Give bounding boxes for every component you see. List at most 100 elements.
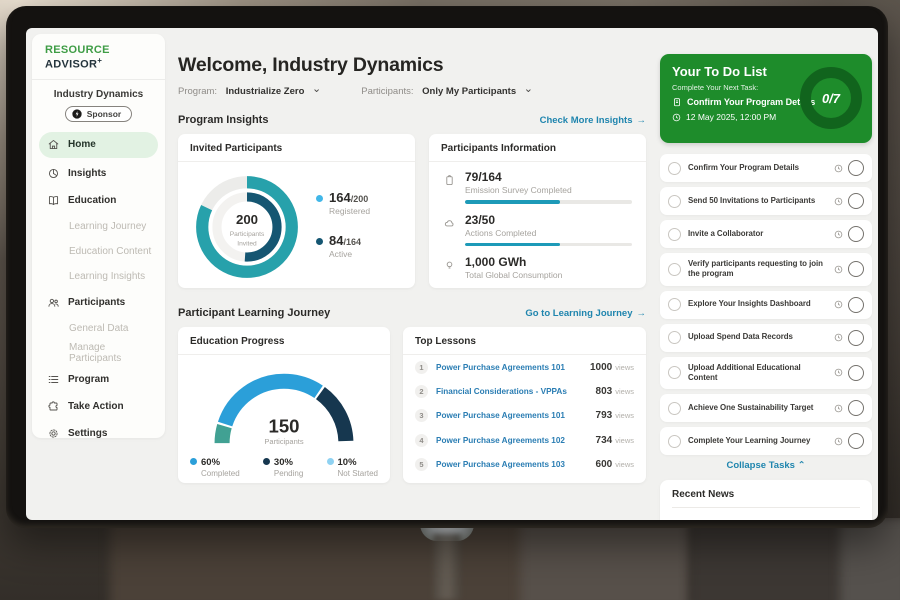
- task-checkbox[interactable]: [668, 298, 681, 311]
- sidebar-item[interactable]: Program: [32, 366, 165, 393]
- sidebar-item[interactable]: Learning Insights: [32, 264, 165, 289]
- app-logo: RESOURCE ADVISOR+: [32, 34, 165, 80]
- sidebar-item[interactable]: Insights: [32, 160, 165, 187]
- task-row[interactable]: Achieve One Sustainability Target: [660, 394, 872, 422]
- task-row[interactable]: Invite a Collaborator: [660, 220, 872, 248]
- lesson-views: 600: [596, 459, 613, 470]
- lesson-rank: 5: [415, 458, 428, 471]
- sidebar-item[interactable]: General Data: [32, 316, 165, 341]
- sponsor-badge[interactable]: Sponsor: [65, 106, 132, 122]
- lesson-rank: 3: [415, 409, 428, 422]
- sidebar-item[interactable]: Learning Journey: [32, 214, 165, 239]
- stat-progress-bar: [465, 200, 632, 204]
- chevron-right-icon[interactable]: [848, 297, 864, 313]
- chevron-right-icon[interactable]: [848, 226, 864, 242]
- program-filter[interactable]: Program: Industrialize Zero ⌄: [178, 86, 321, 97]
- legend-label: Pending: [274, 469, 303, 478]
- top-lessons-heading: Top Lessons: [403, 327, 646, 355]
- donut-legend: 164/200 Registered 84/164 Active: [316, 190, 370, 259]
- task-checkbox[interactable]: [668, 263, 681, 276]
- arrow-right-icon: →: [637, 308, 647, 319]
- task-row[interactable]: Explore Your Insights Dashboard: [660, 291, 872, 319]
- stat-value: 1,000 GWh: [465, 255, 632, 269]
- todo-panel: Your To Do List Complete Your Next Task:…: [660, 28, 872, 520]
- participants-filter[interactable]: Participants: Only My Participants ⌄: [361, 86, 533, 97]
- task-checkbox[interactable]: [668, 228, 681, 241]
- go-to-learning-journey-link[interactable]: Go to Learning Journey→: [525, 308, 646, 319]
- chevron-right-icon[interactable]: [848, 400, 864, 416]
- task-checkbox[interactable]: [668, 402, 681, 415]
- chevron-right-icon[interactable]: [848, 193, 864, 209]
- lesson-rank: 4: [415, 434, 428, 447]
- collapse-tasks-link[interactable]: Collapse Tasks ⌃: [660, 460, 872, 471]
- task-row[interactable]: Upload Additional Educational Content: [660, 357, 872, 390]
- lesson-row: 2 Financial Considerations - VPPAs 803 v…: [403, 379, 646, 403]
- chevron-right-icon[interactable]: [848, 160, 864, 176]
- clock-icon: [834, 230, 843, 239]
- lesson-row: 4 Power Purchase Agreements 102 734 view…: [403, 428, 646, 452]
- participants-information-heading: Participants Information: [429, 134, 646, 162]
- chevron-right-icon[interactable]: [848, 330, 864, 346]
- task-checkbox[interactable]: [668, 195, 681, 208]
- task-checkbox[interactable]: [668, 331, 681, 344]
- sidebar-item[interactable]: Education Content: [32, 239, 165, 264]
- task-checkbox[interactable]: [668, 366, 681, 379]
- sidebar-item[interactable]: Manage Participants: [32, 341, 165, 366]
- svg-text:Participants: Participants: [264, 437, 303, 446]
- task-label: Upload Spend Data Records: [688, 332, 830, 342]
- task-row[interactable]: Send 50 Invitations to Participants: [660, 187, 872, 215]
- lesson-title-link[interactable]: Power Purchase Agreements 101: [436, 363, 565, 372]
- background-panel: [840, 518, 900, 600]
- task-checkbox[interactable]: [668, 162, 681, 175]
- participants-filter-value: Only My Participants: [422, 86, 516, 97]
- sidebar: RESOURCE ADVISOR+ Industry Dynamics Spon…: [32, 34, 165, 438]
- chevron-right-icon[interactable]: [848, 365, 864, 381]
- task-label: Invite a Collaborator: [688, 229, 830, 239]
- top-lessons-card: Top Lessons 1 Power Purchase Agreements …: [403, 327, 646, 483]
- lesson-title-link[interactable]: Power Purchase Agreements 102: [436, 436, 565, 445]
- task-row[interactable]: Confirm Your Program Details: [660, 154, 872, 182]
- task-row[interactable]: Complete Your Learning Journey: [660, 427, 872, 455]
- lesson-views-suffix: views: [615, 411, 634, 420]
- filter-bar: Program: Industrialize Zero ⌄ Participan…: [178, 86, 646, 97]
- check-more-insights-link[interactable]: Check More Insights→: [540, 115, 646, 126]
- todo-progress-ring: 0/7: [800, 67, 862, 129]
- task-checkbox[interactable]: [668, 435, 681, 448]
- task-label: Explore Your Insights Dashboard: [688, 299, 830, 309]
- bulb-icon: [443, 255, 457, 280]
- invited-participants-heading: Invited Participants: [178, 134, 415, 162]
- education-icon: [47, 194, 60, 207]
- stat-label: Actions Completed: [465, 228, 632, 238]
- todo-due-date: 12 May 2025, 12:00 PM: [686, 112, 776, 122]
- sidebar-item[interactable]: Education: [32, 187, 165, 214]
- task-row[interactable]: Verify participants requesting to join t…: [660, 253, 872, 286]
- clock-icon: [834, 197, 843, 206]
- sidebar-item-label: Take Action: [68, 401, 124, 412]
- clock-icon: [834, 437, 843, 446]
- chevron-up-icon: ⌃: [798, 460, 806, 471]
- monitor-bezel: RESOURCE ADVISOR+ Industry Dynamics Spon…: [6, 6, 888, 528]
- svg-text:150: 150: [269, 416, 300, 437]
- sidebar-item-label: Home: [68, 139, 96, 150]
- sidebar-item[interactable]: Home: [39, 132, 158, 158]
- sidebar-item-label: Participants: [68, 297, 125, 308]
- stat-progress-bar: [465, 243, 632, 247]
- chevron-right-icon[interactable]: [848, 433, 864, 449]
- sidebar-item-label: Program: [68, 374, 109, 385]
- education-progress-heading: Education Progress: [178, 327, 390, 355]
- sidebar-item[interactable]: Settings: [32, 420, 165, 447]
- lesson-title-link[interactable]: Power Purchase Agreements 103: [436, 460, 565, 469]
- program-filter-label: Program:: [178, 86, 217, 97]
- lesson-rank: 1: [415, 361, 428, 374]
- task-row[interactable]: Upload Spend Data Records: [660, 324, 872, 352]
- chevron-right-icon[interactable]: [848, 261, 864, 277]
- sidebar-item[interactable]: Take Action: [32, 393, 165, 420]
- task-list: Confirm Your Program Details Send 50 Inv…: [660, 154, 872, 455]
- lesson-title-link[interactable]: Financial Considerations - VPPAs: [436, 387, 567, 396]
- clock-icon: [672, 113, 681, 122]
- clock-icon: [834, 368, 843, 377]
- lesson-title-link[interactable]: Power Purchase Agreements 101: [436, 411, 565, 420]
- sidebar-item[interactable]: Participants: [32, 289, 165, 316]
- lesson-views-suffix: views: [615, 460, 634, 469]
- legend-entry: 164/200 Registered: [316, 190, 370, 216]
